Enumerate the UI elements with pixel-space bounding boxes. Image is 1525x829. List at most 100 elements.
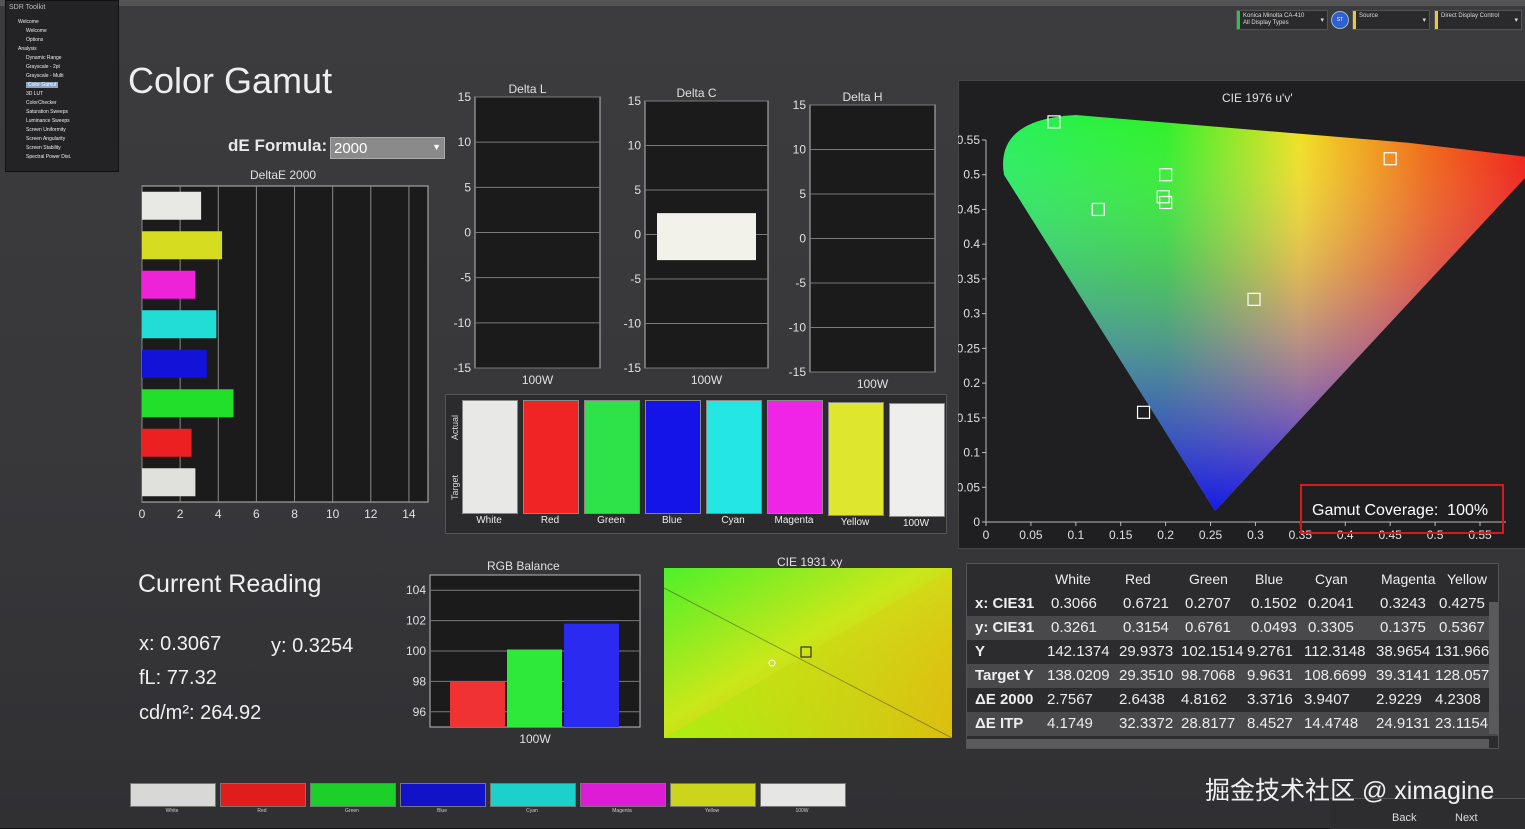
deltae-x-tick: 2 <box>177 507 184 521</box>
window-top-bar <box>0 0 1525 6</box>
patch-button-yellow[interactable] <box>670 783 756 807</box>
table-cell: 29.3510 <box>1119 667 1174 684</box>
table-header: Red <box>1125 571 1151 587</box>
rgb-y-tick: 102 <box>406 614 426 628</box>
cie1976-y-tick: 0.05 <box>958 480 980 494</box>
patch-button-red[interactable] <box>220 783 306 807</box>
table-cell: 3.3716 <box>1247 691 1293 708</box>
patch-button-blue[interactable] <box>400 783 486 807</box>
patch-label: Yellow <box>704 808 720 814</box>
cie1931-title: CIE 1931 xy <box>777 555 843 569</box>
display-control-select[interactable]: Direct Display Control ▾ <box>1434 10 1522 30</box>
table-cell: 32.3372 <box>1119 715 1174 732</box>
swatch-red[interactable] <box>523 400 579 514</box>
sidebar-item[interactable]: Saturation Sweeps <box>26 109 68 115</box>
rgb-y-tick: 98 <box>413 674 427 688</box>
cie1976-y-tick: 0.45 <box>958 202 980 216</box>
swatch-actual-label: Actual <box>450 414 460 440</box>
de-formula-label: dE Formula: <box>228 136 328 155</box>
sidebar-item[interactable]: Screen Angularity <box>26 136 65 142</box>
sidebar-item[interactable]: Grayscale - 2pt <box>26 64 60 70</box>
table-cell: 131.966 <box>1435 643 1490 660</box>
cie1976-y-tick: 0.4 <box>963 237 980 251</box>
cie1976-y-tick: 0 <box>973 515 980 529</box>
delta-y-tick: 15 <box>458 90 472 104</box>
table-horizontal-scrollbar[interactable] <box>967 739 1489 748</box>
table-row: ΔE ITP 4.1749 32.3372 28.8177 8.4527 14.4748 2… <box>967 712 1498 736</box>
sidebar-item[interactable]: ColorChecker <box>26 100 57 106</box>
app-name: SDR Toolkit <box>9 4 46 11</box>
patch-button-100w[interactable] <box>760 783 846 807</box>
sidebar-item[interactable]: Welcome <box>18 19 39 25</box>
status-circle-button[interactable]: ST <box>1331 11 1349 29</box>
table-cell: 142.1374 <box>1047 643 1110 660</box>
swatch-white[interactable] <box>462 400 518 514</box>
cie1976-y-tick: 0.2 <box>963 376 980 390</box>
sidebar-item[interactable]: Grayscale - Multi <box>26 73 64 79</box>
sidebar-item[interactable]: Color Gamut <box>26 82 59 88</box>
delta-y-tick: 5 <box>799 187 806 201</box>
deltae-bar <box>142 389 234 418</box>
sidebar-item[interactable]: 3D LUT <box>26 91 43 97</box>
next-button[interactable]: Next <box>1455 812 1478 824</box>
swatch-magenta[interactable] <box>767 400 823 514</box>
table-vertical-scrollbar[interactable] <box>1489 602 1498 734</box>
sidebar-item[interactable]: Luminance Sweeps <box>26 118 70 124</box>
swatch-yellow[interactable] <box>828 402 884 516</box>
sidebar-item[interactable]: Welcome <box>26 28 47 34</box>
patch-button-cyan[interactable] <box>490 783 576 807</box>
meter-select[interactable]: Konica Minolta CA-410 All Display Types ▾ <box>1236 10 1328 30</box>
table-header: Blue <box>1255 571 1284 587</box>
table-row: y: CIE31 0.3261 0.3154 0.6761 0.0493 0.3305 0.… <box>967 616 1498 640</box>
source-select[interactable]: Source ▾ <box>1352 10 1430 30</box>
table-cell: 14.4748 <box>1304 715 1359 732</box>
rgb-y-tick: 104 <box>406 583 426 597</box>
delta-y-tick: 0 <box>634 228 641 242</box>
delta-y-tick: -5 <box>795 276 806 290</box>
delta-x-label: 100W <box>857 377 889 391</box>
cie1976-x-tick: 0.05 <box>1019 528 1043 542</box>
reading-fl: fL: 77.32 <box>139 667 217 689</box>
table-cell: 0.1502 <box>1251 595 1297 612</box>
delta-y-tick: -10 <box>454 316 472 330</box>
sidebar-item[interactable]: Spectral Power Dist. <box>26 154 71 160</box>
cie1976-x-tick: 0.15 <box>1109 528 1133 542</box>
table-cell: 2.6438 <box>1119 691 1165 708</box>
delta-y-tick: 10 <box>458 135 472 149</box>
delta-y-tick: -10 <box>789 321 807 335</box>
cie1976-chart: 0.55 0.5 0.45 0.4 0.35 0.3 0.25 0.2 0.15 0.1 0.05 0… <box>958 114 1525 542</box>
cie1976-y-tick: 0.5 <box>963 168 980 182</box>
table-row: Target Y 138.0209 29.3510 98.7068 9.9631 108.… <box>967 664 1498 688</box>
cie1976-y-tick: 0.35 <box>958 272 980 286</box>
swatch-cyan[interactable] <box>706 400 762 514</box>
chevron-down-icon: ▾ <box>1514 17 1518 24</box>
sidebar-item[interactable]: Options <box>26 37 43 43</box>
measurement-table: White Red Green Blue Cyan Magenta Yellow x: CI… <box>966 563 1499 749</box>
table-cell: 38.9654 <box>1376 643 1431 660</box>
reading-cdm2-value: 264.92 <box>200 702 262 724</box>
patch-button-white[interactable] <box>130 783 216 807</box>
table-header: Magenta <box>1381 571 1436 587</box>
swatch-blue[interactable] <box>645 400 701 514</box>
table-cell: 9.2761 <box>1247 643 1293 660</box>
cie1976-target-marker <box>1136 405 1151 419</box>
back-button[interactable]: Back <box>1392 812 1416 824</box>
delta-c-bar <box>657 213 756 261</box>
table-cell: 0.6761 <box>1185 619 1231 636</box>
swatch-green[interactable] <box>584 400 640 514</box>
table-row: x: CIE31 0.3066 0.6721 0.2707 0.1502 0.2041 0.… <box>967 592 1498 616</box>
swatch-100w[interactable] <box>889 403 945 517</box>
swatch-label: Yellow <box>840 517 870 528</box>
delta-y-tick: -15 <box>789 365 807 379</box>
patch-button-green[interactable] <box>310 783 396 807</box>
sidebar-item[interactable]: Analysis <box>18 46 37 52</box>
patch-button-magenta[interactable] <box>580 783 666 807</box>
delta-y-tick: 0 <box>799 232 806 246</box>
sidebar-item[interactable]: Screen Uniformity <box>26 127 66 133</box>
sidebar-item[interactable]: Screen Stability <box>26 145 61 151</box>
sidebar-item[interactable]: Dynamic Range <box>26 55 62 61</box>
swatch-label: 100W <box>902 518 930 529</box>
delta-y-tick: -10 <box>624 317 642 331</box>
table-cell: 24.9131 <box>1376 715 1431 732</box>
de-formula-select[interactable]: 2000 ▼ <box>330 137 445 159</box>
